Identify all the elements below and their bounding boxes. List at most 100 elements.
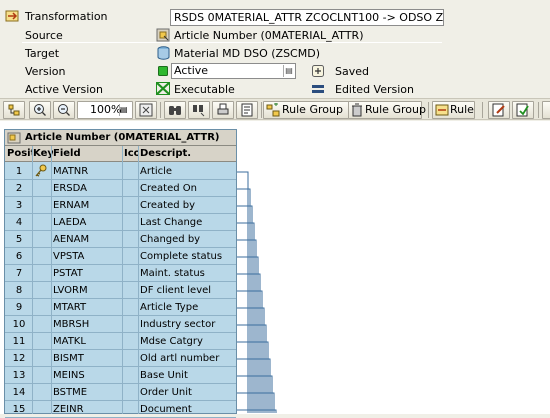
source-label: Source — [25, 29, 63, 42]
version-value: Active — [174, 64, 209, 77]
delete-rule-group-button[interactable]: Rule Group — [348, 101, 426, 119]
cell-desc: Created by — [140, 200, 196, 211]
cell-desc: DF client level — [140, 285, 212, 296]
edit-button[interactable] — [488, 101, 510, 119]
check-button[interactable] — [512, 101, 534, 119]
check-icon — [516, 103, 529, 117]
rule-icon — [435, 104, 449, 116]
table-title: Article Number (0MATERIAL_ATTR) — [5, 130, 236, 146]
cell-field: LVORM — [53, 285, 88, 296]
version-status: Saved — [335, 65, 369, 78]
printer-icon — [217, 103, 229, 115]
cell-desc: Document — [140, 404, 192, 415]
new-rule-group-button[interactable]: Rule Group — [263, 101, 349, 119]
cell-field: MATKL — [53, 336, 86, 347]
table-row[interactable]: 9 MTART Article Type — [5, 299, 236, 316]
cell-pos: 6 — [15, 251, 23, 262]
table-row[interactable]: 11 MATKL Mdse Catgry — [5, 333, 236, 350]
rule-button[interactable]: Rule — [432, 101, 475, 119]
rule-label: Rule — [450, 103, 474, 116]
table-row[interactable]: 14 BSTME Order Unit — [5, 384, 236, 401]
cell-field: MEINS — [53, 370, 85, 381]
fit-button[interactable] — [135, 101, 157, 119]
cell-pos: 7 — [15, 268, 23, 279]
cell-desc: Order Unit — [140, 387, 192, 398]
table-row[interactable]: 10 MBRSH Industry sector — [5, 316, 236, 333]
active-status-icon — [158, 66, 168, 79]
active-version-status: Edited Version — [335, 83, 414, 96]
version-label: Version — [25, 65, 66, 78]
cell-pos: 5 — [15, 234, 23, 245]
zoom-out-button[interactable] — [53, 101, 75, 119]
new-rule-group-label: Rule Group — [282, 103, 343, 116]
table-row[interactable]: 1 MATNR Article — [5, 163, 236, 180]
delete-rule-group-label: Rule Group — [365, 103, 426, 116]
col-header-pos[interactable]: Posit — [7, 148, 33, 160]
source-value: Article Number (0MATERIAL_ATTR) — [174, 29, 364, 42]
cell-field: BSTME — [53, 387, 88, 398]
cell-field: MBRSH — [53, 319, 90, 330]
cell-field: ERNAM — [53, 200, 90, 211]
table-row[interactable]: 3 ERNAM Created by — [5, 197, 236, 214]
table-row[interactable]: 6 VPSTA Complete status — [5, 248, 236, 265]
table-row[interactable]: 12 BISMT Old artl number — [5, 350, 236, 367]
cell-pos: 14 — [12, 387, 26, 398]
cell-pos: 10 — [12, 319, 26, 330]
cell-field: ERSDA — [53, 183, 87, 194]
active-version-label: Active Version — [25, 83, 103, 96]
table-title-text: Article Number (0MATERIAL_ATTR) — [25, 132, 220, 143]
dropdown-icon: ▤ — [283, 65, 294, 77]
dropdown-icon: ▤ — [119, 104, 130, 116]
source-fields-table: Article Number (0MATERIAL_ATTR) Posit Ke… — [4, 129, 237, 418]
col-header-field[interactable]: Field — [53, 148, 123, 160]
cell-pos: 9 — [15, 302, 23, 313]
table-row[interactable]: 4 LAEDA Last Change — [5, 214, 236, 231]
expand-button[interactable] — [3, 101, 25, 119]
find-next-icon — [193, 105, 205, 117]
find-next-button[interactable] — [188, 101, 210, 119]
more-button[interactable] — [542, 101, 550, 119]
cell-field: MATNR — [53, 166, 89, 177]
cell-pos: 11 — [12, 336, 26, 347]
col-header-icon[interactable]: Ico — [124, 148, 139, 160]
active-version-value: Executable — [174, 83, 235, 96]
table-row[interactable]: 13 MEINS Base Unit — [5, 367, 236, 384]
col-header-key[interactable]: Key — [33, 148, 53, 160]
cell-pos: 13 — [12, 370, 26, 381]
cell-desc: Complete status — [140, 251, 223, 262]
zoom-in-button[interactable] — [29, 101, 51, 119]
table-row[interactable]: 5 AENAM Changed by — [5, 231, 236, 248]
mapping-lines — [236, 171, 277, 413]
transformation-field[interactable]: RSDS 0MATERIAL_ATTR ZCOCLNT100 -> ODSO Z… — [170, 9, 444, 26]
cell-desc: Last Change — [140, 217, 203, 228]
target-value: Material MD DSO (ZSCMD) — [174, 47, 320, 60]
cell-pos: 3 — [15, 200, 23, 211]
cell-pos: 12 — [12, 353, 26, 364]
col-header-desc[interactable]: Descript. — [140, 148, 234, 160]
export-button[interactable] — [236, 101, 258, 119]
version-select[interactable]: Active ▤ — [171, 63, 296, 79]
find-button[interactable] — [164, 101, 186, 119]
cell-desc: Article — [140, 166, 173, 177]
cell-field: ZEINR — [53, 404, 84, 415]
executable-icon — [156, 82, 170, 98]
document-icon — [241, 103, 253, 117]
table-row[interactable]: 7 PSTAT Maint. status — [5, 265, 236, 282]
datasource-icon — [156, 28, 170, 45]
toolbar-separator — [482, 102, 483, 118]
edit-icon — [492, 103, 505, 117]
zoom-select[interactable]: 100% ▤ — [77, 101, 133, 119]
cell-desc: Created On — [140, 183, 197, 194]
saved-icon — [312, 65, 324, 80]
cell-field: LAEDA — [53, 217, 87, 228]
table-row[interactable]: 15 ZEINR Document — [5, 401, 236, 418]
cell-desc: Mdse Catgry — [140, 336, 203, 347]
fit-icon — [139, 103, 153, 117]
cell-desc: Changed by — [140, 234, 201, 245]
table-row[interactable]: 2 ERSDA Created On — [5, 180, 236, 197]
print-button[interactable] — [212, 101, 234, 119]
trash-icon — [352, 103, 362, 117]
table-row[interactable]: 8 LVORM DF client level — [5, 282, 236, 299]
new-rule-group-icon — [266, 103, 280, 117]
table-header: Posit Key Field Ico Descript. — [5, 146, 236, 162]
